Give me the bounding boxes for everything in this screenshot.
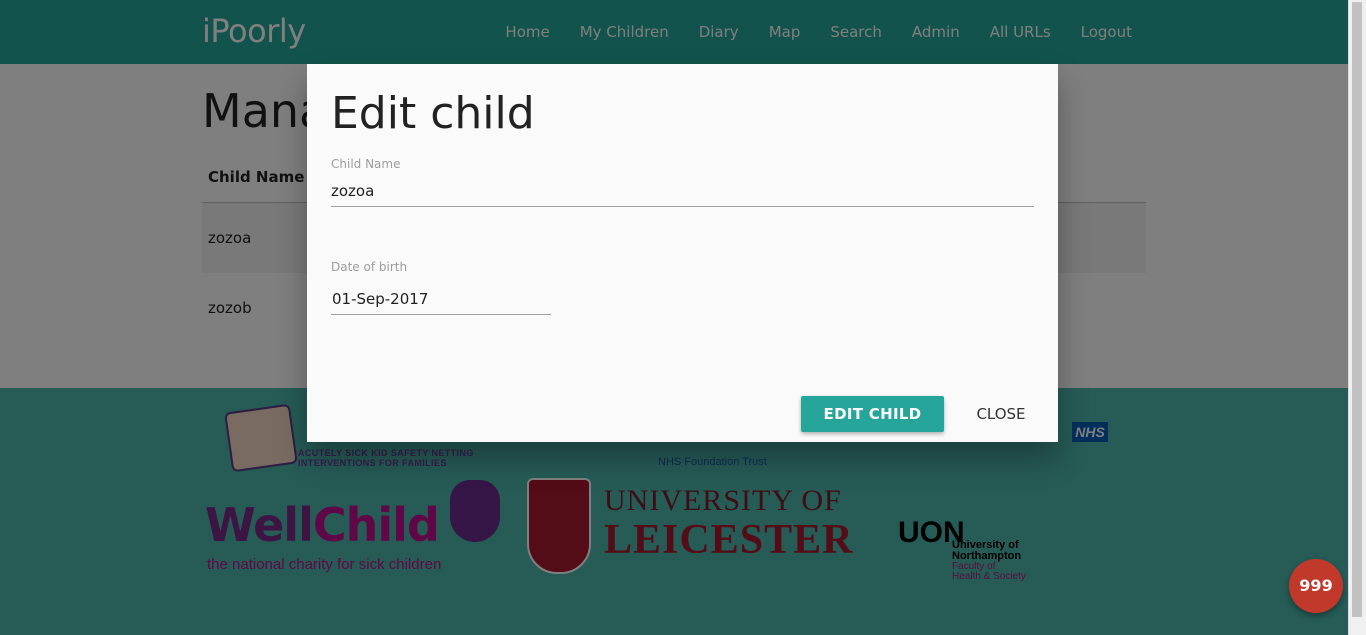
edit-child-button[interactable]: EDIT CHILD	[801, 396, 944, 432]
child-name-input[interactable]	[331, 176, 1034, 207]
modal-title: Edit child	[331, 88, 535, 139]
vertical-scrollbar[interactable]	[1348, 0, 1366, 635]
child-name-label: Child Name	[331, 157, 401, 171]
dob-input[interactable]	[331, 284, 551, 315]
close-button[interactable]: CLOSE	[961, 396, 1041, 432]
edit-child-modal: Edit child Child Name Date of birth EDIT…	[307, 64, 1058, 442]
dob-label: Date of birth	[331, 260, 408, 274]
scrollbar-thumb[interactable]	[1352, 2, 1362, 617]
emergency-999-button[interactable]: 999	[1289, 559, 1343, 613]
